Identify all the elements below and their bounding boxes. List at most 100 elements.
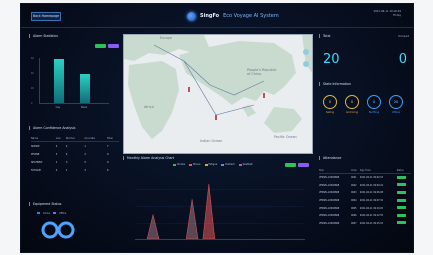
cell: FATIGUE: [31, 168, 41, 172]
toggle-chip-green[interactable]: [285, 163, 296, 167]
status-cell: [396, 182, 411, 190]
top-bar: Back Homepage SingFo Eco Voyage AI Syste…: [21, 4, 413, 28]
ship-marker[interactable]: [188, 87, 190, 92]
legend-label: Offline: [59, 212, 67, 215]
table-row[interactable]: VESSEL-22000868 0007 2021-06-11 09:15:03: [319, 220, 411, 228]
table-row[interactable]: VESSEL-22000868 0006 2021-06-11 09:12:55: [319, 212, 411, 220]
status-cell: [396, 220, 411, 228]
map-zoom-in-button[interactable]: [303, 49, 309, 55]
status-badge[interactable]: [396, 213, 406, 217]
cell: 2021-06-11 09:02:15: [359, 176, 384, 180]
legend-chip-green[interactable]: [95, 44, 106, 48]
panel-title: Alarm Confidence Analysis: [29, 126, 121, 130]
ship-marker[interactable]: [263, 93, 265, 98]
state-label: Berthing: [368, 111, 380, 114]
confidence-panel: Alarm Confidence Analysis Name Low Norma…: [29, 126, 121, 200]
cell: 2021-06-11 09:15:03: [359, 221, 384, 225]
cell: VESSEL-22000868: [319, 183, 340, 187]
table-row: PHONE 3 4 2 9: [31, 150, 119, 158]
status-badge[interactable]: [396, 198, 406, 202]
cell: 9: [107, 152, 109, 156]
brand-subtitle: Eco Voyage AI System: [223, 13, 279, 19]
status-cell: [396, 204, 411, 212]
table-row[interactable]: VESSEL-22000868 0002 2021-06-11 09:04:41: [319, 182, 411, 190]
table-row: FATIGUE 2 1 3 6: [31, 166, 119, 174]
back-home-button[interactable]: Back Homepage: [31, 12, 61, 21]
status-cell: [396, 197, 411, 205]
cell: 2021-06-11 09:12:55: [359, 214, 384, 218]
confidence-table: Name Low Normal Accurate Total SMOKE 4 2…: [31, 136, 119, 174]
cell: 2: [84, 152, 86, 156]
cell: 5: [84, 160, 86, 164]
legend-swatch: [204, 163, 208, 166]
cell: 4: [65, 152, 68, 156]
status-cell: [396, 189, 411, 197]
cell: VESSEL-22000868: [319, 206, 340, 210]
status-badge[interactable]: [396, 183, 406, 187]
status-badge[interactable]: [396, 221, 406, 225]
y-tick: 40: [31, 72, 34, 75]
cell: 0006: [350, 214, 357, 218]
state-anchoring-circle[interactable]: 0: [345, 95, 359, 109]
brand-logo-icon: [187, 11, 196, 21]
legend-swatch: [221, 163, 225, 166]
state-berthing-circle[interactable]: 0: [367, 95, 381, 109]
state-information-panel: State Information 0 0 0 20 Sailing Ancho…: [319, 82, 411, 122]
map-zoom-out-button[interactable]: [303, 61, 309, 67]
table-row[interactable]: VESSEL-22000868 0003 2021-06-11 09:06:08: [319, 189, 411, 197]
legend-swatch: [37, 212, 40, 214]
legend-item[interactable]: Seatbelt: [238, 163, 253, 166]
y-tick: 60: [31, 57, 34, 60]
status-badge[interactable]: [396, 206, 406, 210]
cell: 0001: [350, 176, 357, 180]
datetime: 2021-06-11 10:16:49 Friday: [373, 10, 401, 18]
legend-label: Seatbelt: [242, 163, 253, 166]
alarm-peak-area: [185, 199, 199, 239]
alarm-legend: [95, 44, 119, 48]
bar-label-day: Day: [55, 106, 61, 109]
cell: 1: [84, 144, 86, 148]
legend-item[interactable]: Distract: [221, 163, 235, 166]
cell: VESSEL-22000868: [319, 191, 340, 195]
cell: 3: [65, 160, 68, 164]
attendance-table: Ship Crew Sign Time Status VESSEL-220008…: [319, 168, 411, 227]
datetime-weekday: Friday: [393, 14, 401, 17]
chart-toggle: [285, 163, 309, 167]
legend-label: Phone: [193, 163, 201, 166]
status-cell: [396, 174, 411, 182]
table-row: SEATBELT 1 3 5 9: [31, 158, 119, 166]
table-row[interactable]: VESSEL-22000868 0005 2021-06-11 09:10:20: [319, 204, 411, 212]
legend-item[interactable]: Smoke: [173, 163, 185, 166]
cell: 0005: [350, 206, 357, 210]
legend-swatch: [53, 212, 57, 214]
cell: VESSEL-22000868: [319, 214, 340, 218]
ship-marker[interactable]: [215, 115, 217, 120]
cell: 4: [55, 144, 58, 148]
legend-label: Fatigue: [208, 163, 218, 166]
legend-item[interactable]: Fatigue: [204, 163, 218, 166]
toggle-chip-purple[interactable]: [298, 163, 309, 167]
dashboard-screen: Back Homepage SingFo Eco Voyage AI Syste…: [21, 4, 413, 252]
cell: 3: [84, 168, 86, 172]
status-badge[interactable]: [396, 175, 406, 179]
state-label: Anchoring: [345, 111, 359, 114]
map-label: People's Republic of China: [247, 68, 277, 76]
ship-map[interactable]: Europe People's Republic of China Africa…: [123, 34, 313, 154]
state-sailing-circle[interactable]: 0: [323, 95, 337, 109]
table-row[interactable]: VESSEL-22000868 0001 2021-06-11 09:02:15: [319, 174, 411, 182]
cell: VESSEL-22000868: [319, 199, 340, 203]
table-row: SMOKE 4 2 1 7: [31, 142, 119, 151]
status-badge[interactable]: [396, 190, 406, 194]
state-others-circle[interactable]: 20: [389, 95, 403, 109]
cell: 1: [55, 160, 58, 164]
legend-label: Smoke: [177, 163, 186, 166]
bar-week: [80, 73, 90, 103]
panel-title: Attendance: [319, 156, 411, 160]
cell: 1: [65, 168, 68, 172]
map-label: Africa: [144, 105, 154, 109]
cell: 0007: [350, 221, 357, 225]
cell: 0004: [350, 199, 357, 203]
legend-chip-purple[interactable]: [108, 44, 119, 48]
legend-item[interactable]: Phone: [189, 163, 201, 166]
table-row[interactable]: VESSEL-22000868 0004 2021-06-11 09:07:32: [319, 197, 411, 205]
